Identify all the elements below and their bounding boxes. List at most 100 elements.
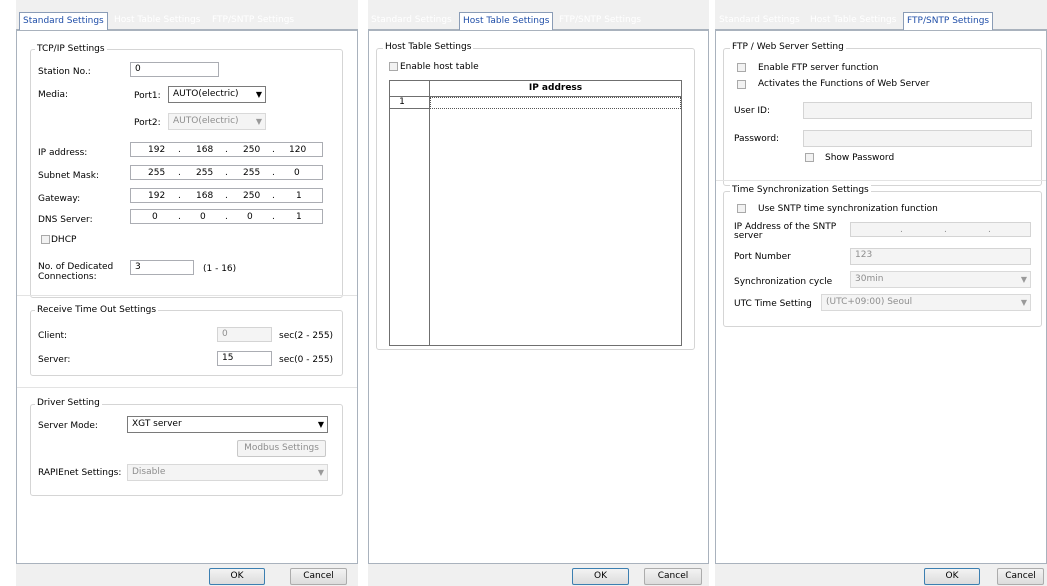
ftp-web-group-title: FTP / Web Server Setting: [730, 42, 846, 52]
dhcp-checkbox[interactable]: [41, 235, 50, 244]
ip-octet: 0: [247, 212, 253, 222]
ok-button[interactable]: OK: [572, 568, 629, 585]
ip-octet: 255: [243, 168, 261, 178]
utc-time-select[interactable]: (UTC+09:00) Seoul ▼: [821, 294, 1031, 311]
ip-octet: 1: [296, 212, 302, 222]
chevron-down-icon: ▼: [255, 90, 262, 99]
cancel-button[interactable]: Cancel: [644, 568, 702, 585]
enable-ftp-label: Enable FTP server function: [758, 63, 879, 73]
tab-host-table-settings[interactable]: Host Table Settings: [810, 13, 896, 28]
tab-standard-settings[interactable]: Standard Settings: [19, 12, 108, 30]
chevron-down-icon: ▼: [317, 420, 324, 429]
tab-ftp-sntp-settings[interactable]: FTP/SNTP Settings: [212, 13, 294, 28]
password-label: Password:: [734, 134, 780, 144]
tab-standard-settings[interactable]: Standard Settings: [371, 13, 452, 28]
host-table-grid[interactable]: IP address 1: [389, 80, 682, 346]
ip-octet: 120: [289, 145, 307, 155]
divider: [716, 180, 1046, 181]
utc-time-label: UTC Time Setting: [734, 299, 812, 309]
station-input[interactable]: 0: [130, 62, 219, 77]
utc-time-value: (UTC+09:00) Seoul: [826, 297, 913, 307]
dedicated-connections-input[interactable]: 3: [130, 260, 194, 275]
divider: [17, 295, 357, 296]
media-label: Media:: [38, 90, 69, 100]
gateway-field[interactable]: 192 . 168 . 250 . 1: [130, 188, 323, 203]
client-label: Client:: [38, 331, 68, 341]
driver-group-title: Driver Setting: [35, 398, 102, 408]
ip-dot: .: [988, 225, 991, 235]
time-sync-group-title: Time Synchronization Settings: [730, 185, 871, 195]
sync-cycle-label: Synchronization cycle: [734, 277, 833, 287]
ip-dot: .: [178, 168, 181, 178]
ip-dot: .: [900, 225, 903, 235]
password-input[interactable]: [803, 130, 1032, 147]
server-label: Server:: [38, 355, 71, 365]
use-sntp-label: Use SNTP time synchronization function: [758, 204, 938, 214]
server-mode-label: Server Mode:: [38, 421, 98, 431]
ip-octet: 250: [243, 145, 261, 155]
station-label: Station No.:: [38, 67, 91, 77]
modbus-settings-button[interactable]: Modbus Settings: [237, 440, 326, 457]
ip-address-field[interactable]: 192 . 168 . 250 . 120: [130, 142, 323, 157]
ip-dot: .: [272, 191, 275, 201]
dedicated-connections-label-2: Connections:: [38, 272, 97, 282]
sntp-server-ip-field[interactable]: . . .: [850, 222, 1031, 237]
grid-corner-cell: [390, 81, 430, 96]
tab-host-table-settings[interactable]: Host Table Settings: [114, 13, 200, 28]
ip-address-cell[interactable]: [430, 97, 681, 109]
ok-button[interactable]: OK: [924, 568, 980, 585]
window-ftp-sntp-settings: Standard Settings Host Table Settings FT…: [715, 0, 1047, 586]
rapienet-select[interactable]: Disable ▼: [127, 464, 328, 481]
rapienet-label: RAPIEnet Settings:: [38, 468, 122, 478]
tab-host-table-settings[interactable]: Host Table Settings: [459, 12, 554, 30]
server-mode-value: XGT server: [132, 419, 182, 429]
ip-octet: 250: [243, 191, 261, 201]
server-input[interactable]: 15: [217, 351, 272, 366]
tab-ftp-sntp-settings[interactable]: FTP/SNTP Settings: [903, 12, 994, 30]
activate-web-server-checkbox[interactable]: [737, 80, 746, 89]
ip-dot: .: [225, 168, 228, 178]
port1-select[interactable]: AUTO(electric) ▼: [168, 86, 266, 103]
tab-ftp-sntp-settings[interactable]: FTP/SNTP Settings: [559, 13, 641, 28]
rapienet-value: Disable: [132, 467, 166, 477]
enable-ftp-checkbox[interactable]: [737, 63, 746, 72]
ip-dot: .: [178, 191, 181, 201]
use-sntp-checkbox[interactable]: [737, 204, 746, 213]
show-password-checkbox[interactable]: [805, 153, 814, 162]
ip-dot: .: [272, 168, 275, 178]
ip-address-column-header[interactable]: IP address: [430, 83, 681, 93]
ip-octet: 255: [148, 168, 166, 178]
port2-select[interactable]: AUTO(electric) ▼: [168, 113, 266, 130]
ok-button[interactable]: OK: [209, 568, 265, 585]
chevron-down-icon: ▼: [255, 117, 262, 126]
ip-octet: 168: [196, 145, 214, 155]
window-host-table-settings: Standard Settings Host Table Settings FT…: [368, 0, 709, 586]
grid-row-header: [390, 97, 430, 109]
cancel-button[interactable]: Cancel: [290, 568, 347, 585]
ip-octet: 1: [296, 191, 302, 201]
ip-dot: .: [272, 212, 275, 222]
ip-dot: .: [225, 212, 228, 222]
sync-cycle-select[interactable]: 30min ▼: [850, 271, 1031, 288]
port1-value: AUTO(electric): [173, 89, 239, 99]
enable-host-table-checkbox[interactable]: [389, 62, 398, 71]
dhcp-label: DHCP: [51, 235, 77, 245]
chevron-down-icon: ▼: [1020, 275, 1027, 284]
subnet-mask-field[interactable]: 255 . 255 . 255 . 0: [130, 165, 323, 180]
user-id-label: User ID:: [734, 106, 770, 116]
cancel-button[interactable]: Cancel: [997, 568, 1044, 585]
dns-server-field[interactable]: 0 . 0 . 0 . 1: [130, 209, 323, 224]
server-mode-select[interactable]: XGT server ▼: [127, 416, 328, 433]
tab-content-panel: TCP/IP Settings Station No.: 0 Media: Po…: [16, 30, 358, 564]
timeout-group: [30, 310, 343, 376]
user-id-input[interactable]: [803, 102, 1032, 119]
ip-dot: .: [178, 145, 181, 155]
ip-dot: .: [272, 145, 275, 155]
activate-web-server-label: Activates the Functions of Web Server: [758, 79, 930, 89]
gateway-label: Gateway:: [38, 194, 81, 204]
port-number-input[interactable]: 123: [850, 248, 1031, 265]
show-password-label: Show Password: [825, 153, 895, 163]
subnet-mask-label: Subnet Mask:: [38, 171, 99, 181]
client-input[interactable]: 0: [217, 327, 272, 342]
tab-standard-settings[interactable]: Standard Settings: [719, 13, 800, 28]
